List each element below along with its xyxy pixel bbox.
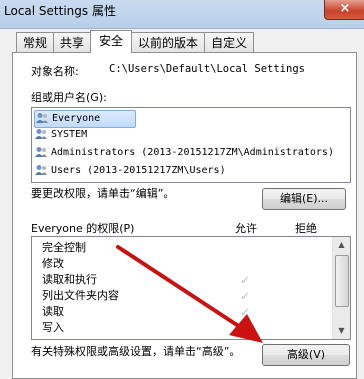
tab-security[interactable]: 安全 xyxy=(90,30,133,53)
allow-check-icon: ✓ xyxy=(240,273,251,287)
scroll-down-icon[interactable]: ▼ xyxy=(333,323,350,339)
list-item-user-users[interactable]: Users (2013-20151217ZM\Users) xyxy=(34,163,226,179)
list-item-user-system[interactable]: SYSTEM xyxy=(34,127,87,143)
change-permissions-hint: 要更改权限，请单击“编辑”。 xyxy=(31,187,175,200)
security-panel: 对象名称: C:\Users\Default\Local Settings 组或… xyxy=(12,52,357,379)
object-name-value: C:\Users\Default\Local Settings xyxy=(109,63,305,75)
user-group-icon xyxy=(34,128,48,140)
permission-name: 读取 xyxy=(42,305,64,318)
list-item-user-administrators[interactable]: Administrators (2013-20151217ZM\Administ… xyxy=(34,145,334,161)
permission-name: 完全控制 xyxy=(42,241,86,254)
tab-customize[interactable]: 自定义 xyxy=(204,32,255,52)
permission-name: 修改 xyxy=(42,257,64,270)
list-item-permission: 写入 xyxy=(32,320,332,336)
tab-bar: 常规 共享 安全 以前的版本 自定义 xyxy=(16,30,255,53)
permissions-list: 完全控制 修改 读取和执行 ✓ 列出文件夹内容 ✓ 读取 ✓ 写入 ▲ ▼ xyxy=(31,236,351,340)
close-button[interactable]: × xyxy=(324,0,364,20)
permission-name: 读取和执行 xyxy=(42,273,97,286)
list-item-permission: 修改 xyxy=(32,256,332,272)
group-users-label: 组或用户名(G): xyxy=(31,91,107,104)
object-name-label: 对象名称: xyxy=(31,65,79,78)
tab-general[interactable]: 常规 xyxy=(16,32,55,52)
scroll-up-icon[interactable]: ▲ xyxy=(333,237,350,253)
list-item-permission: 读取 ✓ xyxy=(32,304,332,320)
permissions-header: Everyone 的权限(P) xyxy=(31,222,135,235)
permission-name: 写入 xyxy=(42,321,64,334)
allow-check-icon: ✓ xyxy=(240,305,251,319)
list-item-user-everyone[interactable]: Everyone xyxy=(34,110,136,128)
close-icon: × xyxy=(339,1,351,16)
permission-name: 列出文件夹内容 xyxy=(42,289,119,302)
user-name: SYSTEM xyxy=(51,129,88,140)
user-name: Administrators (2013-20151217ZM\Administ… xyxy=(51,147,334,158)
allow-check-icon: ✓ xyxy=(240,289,251,303)
user-list[interactable]: Everyone SYSTEM Administrators (2013-201… xyxy=(31,107,351,183)
scroll-thumb[interactable] xyxy=(335,255,349,307)
list-item-permission: 完全控制 xyxy=(32,240,332,256)
user-group-icon xyxy=(34,164,48,176)
tab-sharing[interactable]: 共享 xyxy=(53,32,92,52)
tab-previous-versions[interactable]: 以前的版本 xyxy=(131,32,206,52)
list-item-permission: 列出文件夹内容 ✓ xyxy=(32,288,332,304)
advanced-button[interactable]: 高级(V) xyxy=(262,344,350,366)
window-title: Local Settings 属性 xyxy=(4,4,116,18)
edit-button[interactable]: 编辑(E)... xyxy=(262,188,346,210)
user-name: Users (2013-20151217ZM\Users) xyxy=(51,165,226,176)
user-name: Everyone xyxy=(52,113,101,124)
allow-column-header: 允许 xyxy=(235,222,257,235)
advanced-settings-hint: 有关特殊权限或高级设置，请单击“高级”。 xyxy=(31,345,241,358)
deny-column-header: 拒绝 xyxy=(295,222,317,235)
user-group-icon xyxy=(34,146,48,158)
list-item-permission: 读取和执行 ✓ xyxy=(32,272,332,288)
permissions-scrollbar[interactable]: ▲ ▼ xyxy=(332,237,350,339)
user-group-icon xyxy=(35,112,49,124)
title-bar[interactable]: Local Settings 属性 × xyxy=(0,0,364,29)
properties-window: Local Settings 属性 × 常规 共享 安全 以前的版本 自定义 对… xyxy=(0,0,364,379)
